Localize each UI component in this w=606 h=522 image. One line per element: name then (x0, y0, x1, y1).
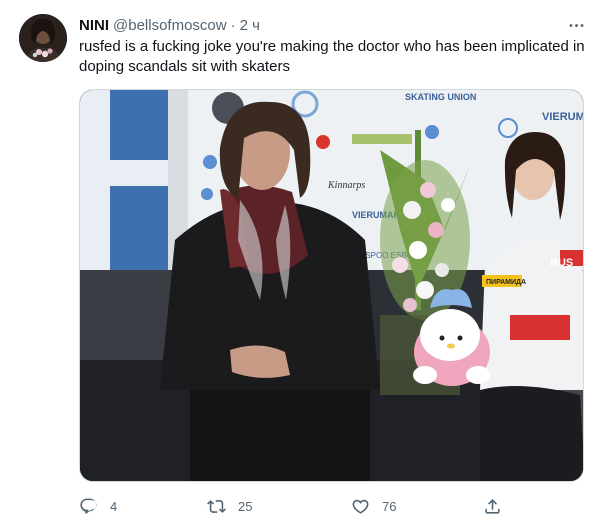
user-handle[interactable]: @bellsofmoscow (113, 17, 227, 34)
tweet-photo[interactable]: SKATING UNION VIERUMÄKI Kinnarps VIERUMA… (79, 89, 584, 482)
tweet[interactable]: NINI @bellsofmoscow · 2 ч rusfed is a fu… (0, 0, 606, 522)
tweet-text: rusfed is a fucking joke you're making t… (79, 38, 589, 75)
sponsor-text-2: VIERUMÄKI (542, 110, 584, 123)
display-name[interactable]: NINI (79, 17, 109, 34)
retweet-count: 25 (238, 498, 253, 514)
share-button[interactable] (483, 494, 502, 518)
retweet-icon (207, 497, 226, 516)
like-button[interactable]: 76 (351, 494, 396, 518)
reply-count: 4 (110, 498, 118, 514)
tweet-header: NINI @bellsofmoscow · 2 ч (79, 15, 586, 35)
jacket-text-1: RUS (550, 257, 573, 269)
separator-dot: · (230, 16, 236, 34)
share-icon (483, 497, 502, 516)
reply-button[interactable]: 4 (79, 494, 117, 518)
like-count: 76 (382, 498, 397, 514)
tweet-actions: 4 25 76 (79, 494, 584, 518)
timestamp[interactable]: 2 ч (240, 17, 260, 34)
avatar-image (19, 14, 67, 62)
sponsor-text-1: SKATING UNION (405, 92, 476, 102)
heart-icon (351, 497, 370, 516)
retweet-button[interactable]: 25 (207, 494, 252, 518)
jacket-text-2: ПИРАМИДА (486, 279, 526, 286)
sponsor-text-3: Kinnarps (327, 180, 365, 191)
reply-icon (79, 497, 98, 516)
more-icon[interactable] (566, 15, 586, 35)
photo-scene: SKATING UNION VIERUMÄKI Kinnarps VIERUMA… (80, 90, 584, 481)
avatar[interactable] (19, 14, 67, 62)
